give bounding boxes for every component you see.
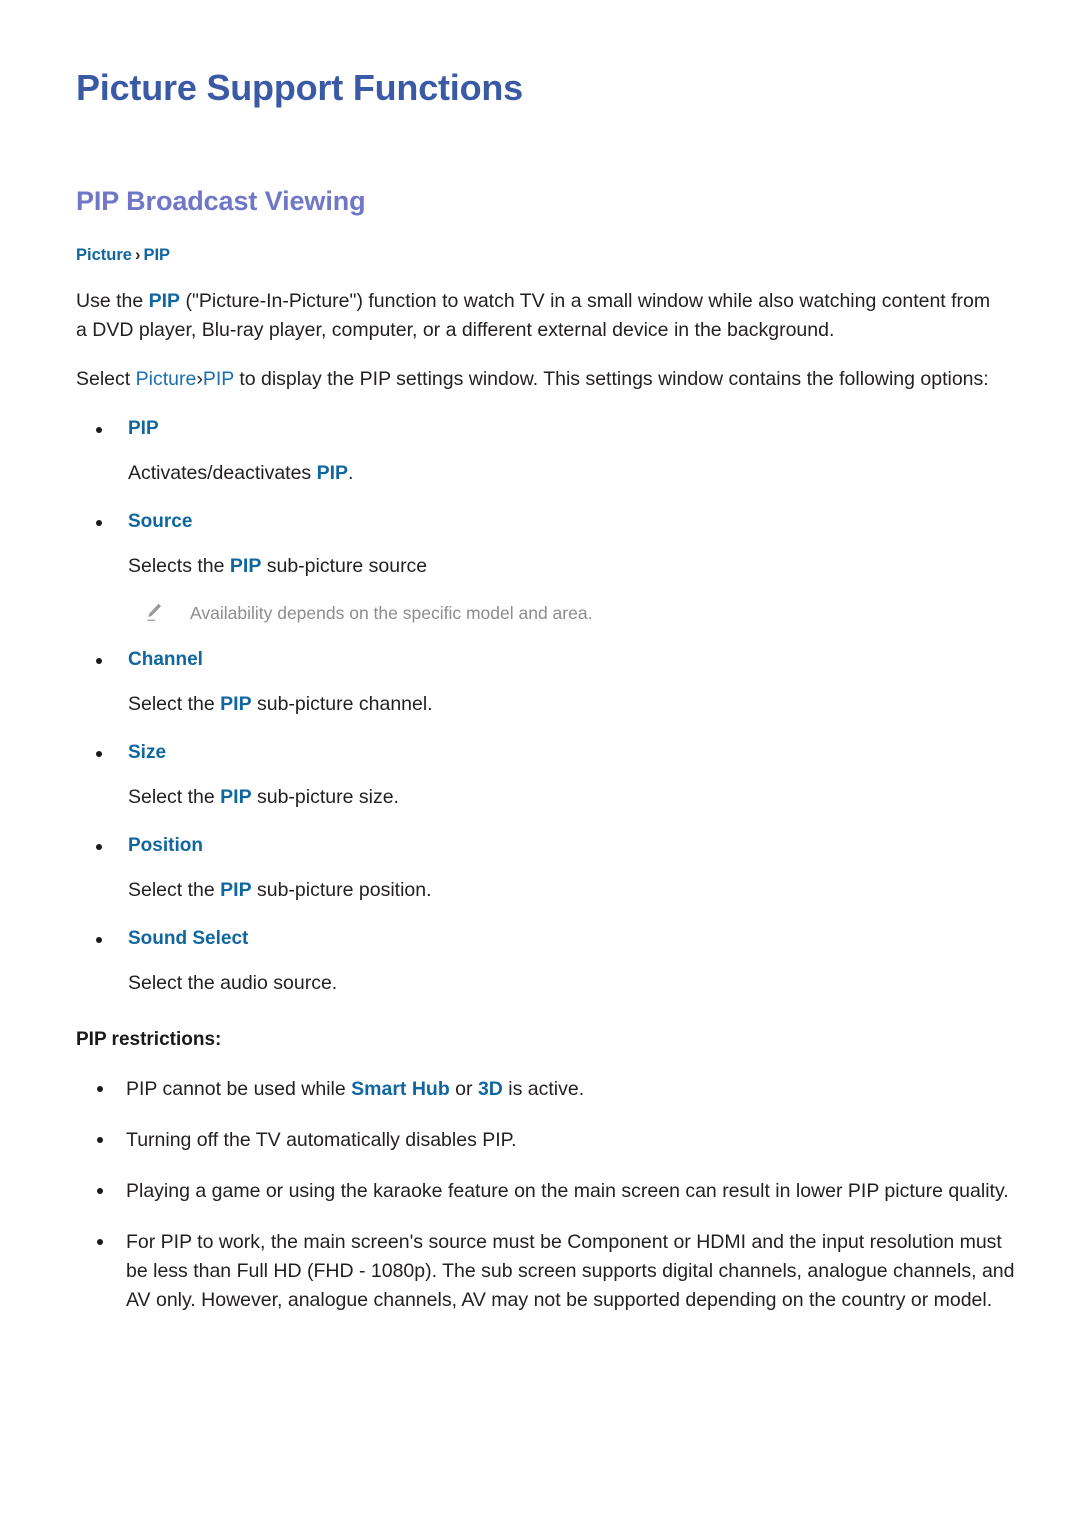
note-text: Availability depends on the specific mod… — [190, 602, 593, 623]
pip-options-list: PIP Activates/deactivates PIP. Source Se… — [76, 416, 1018, 997]
breadcrumb-item-picture[interactable]: Picture — [76, 246, 132, 264]
list-item: Position Select the PIP sub-picture posi… — [76, 833, 1018, 904]
inline-accent-pip: PIP — [220, 878, 252, 901]
option-label: Position — [128, 834, 203, 856]
option-desc-a: Select the audio source. — [128, 971, 338, 994]
option-desc-b: sub-picture source — [261, 554, 428, 577]
option-desc-b: sub-picture channel. — [251, 692, 433, 715]
option-desc-a: Select the — [128, 785, 221, 808]
list-item: Sound Select Select the audio source. — [76, 926, 1018, 997]
pencil-icon — [144, 601, 164, 623]
restriction-text-a: Turning off the TV automatically disable… — [126, 1128, 517, 1151]
intro-text-b: ("Picture-In-Picture") function to watch… — [76, 290, 991, 341]
inline-menu-pip: PIP — [202, 367, 234, 390]
inline-menu-picture: Picture — [135, 367, 197, 390]
list-item: Playing a game or using the karaoke feat… — [76, 1177, 1018, 1206]
bullet-icon — [97, 1136, 103, 1143]
list-item: Channel Select the PIP sub-picture chann… — [76, 647, 1018, 718]
bullet-icon — [96, 426, 102, 433]
page-title: Picture Support Functions — [76, 67, 524, 108]
option-desc-a: Select the — [128, 692, 221, 715]
inline-accent-pip: PIP — [220, 785, 252, 808]
option-description: Selects the PIP sub-picture source — [128, 552, 1018, 580]
bullet-icon — [96, 936, 102, 943]
option-label: Source — [128, 510, 193, 532]
bullet-icon — [96, 657, 102, 664]
option-label: PIP — [128, 417, 159, 439]
restrictions-heading: PIP restrictions: — [76, 1028, 222, 1050]
inline-accent-pip: PIP — [148, 290, 181, 312]
bullet-icon — [97, 1187, 103, 1194]
pip-restrictions-list: PIP cannot be used while Smart Hub or 3D… — [76, 1075, 1018, 1315]
restriction-text-a: Playing a game or using the karaoke feat… — [126, 1179, 1009, 1202]
intro-paragraph-2: Select Picture›PIP to display the PIP se… — [76, 365, 1006, 394]
option-description: Select the audio source. — [128, 969, 1018, 997]
breadcrumb: Picture › PIP — [76, 244, 1018, 266]
bullet-icon — [96, 843, 102, 850]
option-description: Select the PIP sub-picture size. — [128, 783, 1018, 811]
bullet-icon — [96, 750, 102, 757]
list-item: Turning off the TV automatically disable… — [76, 1126, 1018, 1155]
restriction-text-a: For PIP to work, the main screen's sourc… — [126, 1230, 1015, 1311]
option-description: Activates/deactivates PIP. — [128, 459, 1018, 487]
bullet-icon — [97, 1238, 103, 1245]
restriction-text-c: is active. — [502, 1077, 585, 1100]
list-item: Source Selects the PIP sub-picture sourc… — [76, 509, 1018, 625]
option-label: Size — [128, 741, 167, 763]
option-desc-b: . — [348, 461, 354, 484]
option-label: Channel — [128, 648, 203, 670]
note-row: Availability depends on the specific mod… — [128, 601, 1018, 625]
document-page: Picture Support Functions PIP Broadcast … — [0, 0, 1080, 1527]
option-desc-b: sub-picture position. — [251, 878, 432, 901]
option-desc-a: Select the — [128, 878, 221, 901]
inline-accent-pip: PIP — [316, 461, 349, 484]
inline-accent-pip: PIP — [220, 692, 252, 715]
option-desc-a: Selects the — [128, 554, 230, 577]
inline-accent-3d: 3D — [477, 1077, 503, 1100]
chevron-right-icon: › — [134, 246, 141, 264]
option-desc-b: sub-picture size. — [251, 785, 399, 808]
select-text-b: to display the PIP settings window. This… — [233, 367, 989, 390]
inline-accent-smart-hub: Smart Hub — [351, 1077, 450, 1100]
bullet-icon — [96, 519, 102, 526]
list-item: PIP Activates/deactivates PIP. — [76, 416, 1018, 487]
option-description: Select the PIP sub-picture position. — [128, 876, 1018, 904]
list-item: For PIP to work, the main screen's sourc… — [76, 1228, 1018, 1315]
list-item: Size Select the PIP sub-picture size. — [76, 740, 1018, 811]
intro-text-a: Use the — [76, 290, 149, 312]
breadcrumb-item-pip[interactable]: PIP — [143, 246, 170, 264]
section-title: PIP Broadcast Viewing — [76, 186, 366, 216]
intro-paragraph-1: Use the PIP ("Picture-In-Picture") funct… — [76, 287, 1006, 345]
option-desc-a: Activates/deactivates — [128, 461, 317, 484]
restriction-text-a: PIP cannot be used while — [126, 1077, 352, 1100]
list-item: PIP cannot be used while Smart Hub or 3D… — [76, 1075, 1018, 1104]
inline-accent-pip: PIP — [229, 554, 262, 577]
bullet-icon — [97, 1085, 103, 1092]
option-description: Select the PIP sub-picture channel. — [128, 690, 1018, 718]
restriction-text-b: or — [449, 1077, 478, 1100]
option-label: Sound Select — [128, 927, 249, 949]
select-text-a: Select — [76, 367, 136, 390]
